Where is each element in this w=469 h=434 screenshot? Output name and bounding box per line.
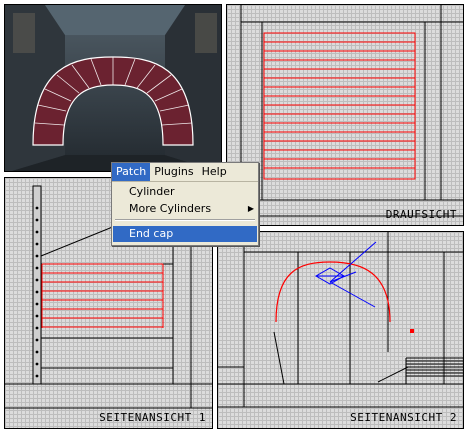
side-view-2-pane[interactable]: SEITENANSICHT 2 [217,231,464,429]
view-label-side2: SEITENANSICHT 2 [350,411,457,424]
camera-scene [5,5,221,171]
view-label-side1: SEITENANSICHT 1 [99,411,206,424]
submenu-arrow-icon: ▶ [247,204,254,213]
menu-bar: Patch Plugins Help [112,163,258,182]
top-view-geometry [227,5,463,217]
view-label-top: DRAUFSICHT [385,208,457,221]
menu-patch[interactable]: Patch [112,163,151,181]
camera-3d-view[interactable] [4,4,222,172]
patch-menu: Patch Plugins Help Cylinder More Cylinde… [111,162,259,246]
menu-separator [115,219,255,221]
menu-item-label: Cylinder [129,185,175,198]
menu-plugins[interactable]: Plugins [150,163,197,181]
menu-item-label: End cap [129,227,174,240]
menu-item-more-cylinders[interactable]: More Cylinders ▶ [113,201,257,217]
menu-item-label: More Cylinders [129,202,212,215]
menu-item-cylinder[interactable]: Cylinder [113,184,257,200]
menu-help[interactable]: Help [198,163,231,181]
menu-item-end-cap[interactable]: End cap [113,226,257,242]
top-view-pane[interactable]: DRAUFSICHT [226,4,464,226]
side-view-2-geometry [218,232,463,408]
